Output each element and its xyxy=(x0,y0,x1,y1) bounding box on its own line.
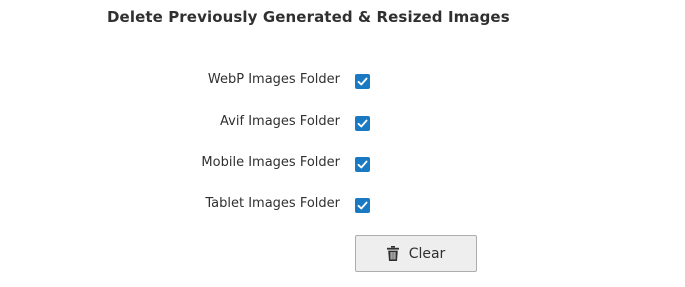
checkmark-icon xyxy=(357,77,368,86)
checkmark-icon xyxy=(357,201,368,210)
avif-folder-checkbox[interactable] xyxy=(355,116,370,131)
field-label-avif: Avif Images Folder xyxy=(220,114,340,129)
field-row-avif: Avif Images Folder xyxy=(0,111,685,135)
field-row-webp: WebP Images Folder xyxy=(0,69,685,93)
tablet-folder-checkbox[interactable] xyxy=(355,198,370,213)
clear-button[interactable]: Clear xyxy=(355,235,477,272)
field-label-tablet: Tablet Images Folder xyxy=(205,196,340,211)
webp-folder-checkbox[interactable] xyxy=(355,74,370,89)
field-label-mobile: Mobile Images Folder xyxy=(201,155,340,170)
section-title: Delete Previously Generated & Resized Im… xyxy=(107,8,510,26)
field-row-mobile: Mobile Images Folder xyxy=(0,152,685,176)
page: Delete Previously Generated & Resized Im… xyxy=(0,0,685,287)
mobile-folder-checkbox[interactable] xyxy=(355,157,370,172)
field-label-webp: WebP Images Folder xyxy=(207,72,340,87)
clear-button-label: Clear xyxy=(408,245,446,262)
checkmark-icon xyxy=(357,119,368,128)
field-row-tablet: Tablet Images Folder xyxy=(0,193,685,217)
checkmark-icon xyxy=(357,160,368,169)
trash-icon xyxy=(386,246,399,261)
